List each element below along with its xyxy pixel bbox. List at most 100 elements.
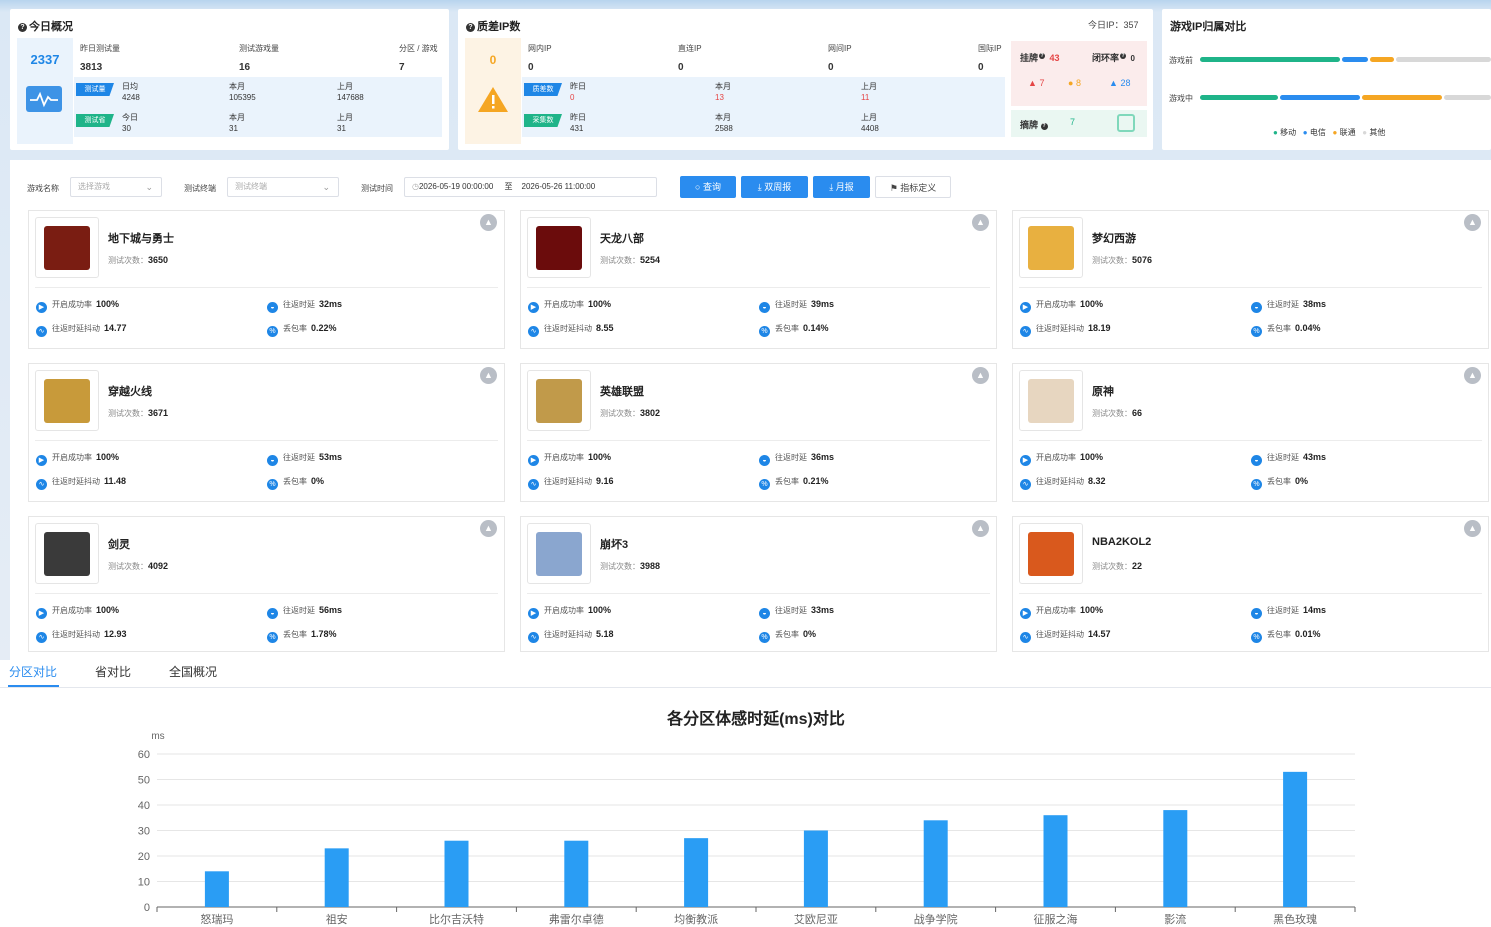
tab-national[interactable]: 全国概况 (169, 663, 217, 680)
jitter: ∿ 往返时延抖动 5.18 (528, 629, 614, 643)
loss-rate: % 丢包率 0.22% (267, 323, 337, 337)
label: 本月 (715, 113, 731, 122)
game-card[interactable]: 英雄联盟 测试次数：3802 ▲ ▶ 开启成功率 100% ◒ 往返时延 36ms ∿ 往返时延抖动… (520, 363, 997, 502)
success-rate: ▶ 开启成功率 100% (36, 299, 119, 313)
label: 本月 (229, 82, 245, 91)
value: 11 (861, 93, 870, 102)
query-button[interactable]: ○ 查询 (680, 176, 736, 198)
badge-icon: ▲ (480, 367, 497, 384)
monthly-report-button[interactable]: ⤓ 月报 (813, 176, 870, 198)
terminal-select[interactable]: 测试终端 ⌄ (227, 177, 339, 197)
label: 上月 (861, 113, 877, 122)
wave-icon: ∿ (528, 632, 539, 643)
value: 2588 (715, 124, 733, 133)
game-card[interactable]: NBA2KOL2 测试次数：22 ▲ ▶ 开启成功率 100% ◒ 往返时延 14ms ∿ 往返时延… (1012, 516, 1489, 652)
col-label: 网内IP (528, 44, 552, 53)
rtt: ◒ 往返时延 32ms (267, 299, 342, 313)
triangle-icon: ▲ (1109, 78, 1118, 88)
badge-icon: ▲ (1464, 214, 1481, 231)
success-rate: ▶ 开启成功率 100% (1020, 452, 1103, 466)
percent-icon: % (759, 479, 770, 490)
x-tick-label: 弗雷尔卓德 (549, 912, 604, 926)
col-label: 直连IP (678, 44, 702, 53)
game-select[interactable]: 选择游戏 ⌄ (70, 177, 162, 197)
speed-icon: ◒ (267, 455, 278, 466)
tab-partition[interactable]: 分区对比 (9, 663, 57, 680)
checklist-icon (1117, 114, 1135, 132)
stat-value: 0 (528, 62, 534, 73)
badge-icon: ▲ (972, 214, 989, 231)
y-tick-label: 50 (138, 775, 150, 787)
game-card[interactable]: 地下城与勇士 测试次数：3650 ▲ ▶ 开启成功率 100% ◒ 往返时延 32ms ∿ 往返时延… (28, 210, 505, 349)
jitter: ∿ 往返时延抖动 8.55 (528, 323, 614, 337)
date-range-picker[interactable]: ◷2026-05-19 00:00:00 至 2026-05-26 11:00:0… (404, 177, 657, 197)
zhaipai-count: 7 (1070, 117, 1076, 127)
tag-collect: 采集数 (524, 114, 562, 127)
ip-compare-card: 游戏IP归属对比 游戏前 游戏中 ● 移动 ● 电信 ● 联通 ● 其他 (1162, 9, 1491, 150)
bad-ip-card: ? 质差IP数 今日IP：357 0 网内IP 直连IP 网间IP 国际IP 0 … (458, 9, 1153, 150)
status-orange: ● 8 (1068, 78, 1081, 88)
bad-ip-count: 0 (489, 53, 497, 67)
cf-logo (35, 370, 99, 431)
success-rate: ▶ 开启成功率 100% (1020, 299, 1103, 313)
rtt: ◒ 往返时延 36ms (759, 452, 834, 466)
game-card[interactable]: 梦幻西游 测试次数：5076 ▲ ▶ 开启成功率 100% ◒ 往返时延 38ms ∿ 往返时延抖动… (1012, 210, 1489, 349)
game-card[interactable]: 天龙八部 测试次数：5254 ▲ ▶ 开启成功率 100% ◒ 往返时延 39ms ∿ 往返时延抖动… (520, 210, 997, 349)
today-title: ? 今日概况 (18, 18, 73, 34)
tab-province[interactable]: 省对比 (95, 663, 131, 680)
help-icon[interactable]: ? (1040, 123, 1048, 130)
percent-icon: % (759, 326, 770, 337)
play-icon: ▶ (1020, 608, 1031, 619)
game-card[interactable]: 穿越火线 测试次数：3671 ▲ ▶ 开启成功率 100% ◒ 往返时延 53ms ∿ 往返时延抖动… (28, 363, 505, 502)
help-icon[interactable]: ? (18, 23, 27, 32)
bihuan-label: 闭环率? 0 (1092, 53, 1135, 63)
genshin-logo (1019, 370, 1083, 431)
divider (1019, 287, 1482, 288)
x-tick-label: 影流 (1164, 912, 1186, 926)
ip-compare-title: 游戏IP归属对比 (1170, 21, 1247, 33)
game-name: 崩坏3 (600, 539, 629, 551)
game-card[interactable]: 崩坏3 测试次数：3988 ▲ ▶ 开启成功率 100% ◒ 往返时延 33ms ∿ 往返时延抖动 5… (520, 516, 997, 652)
stat-value: 0 (678, 62, 684, 73)
legend-unicom: 联通 (1339, 128, 1356, 137)
tag-bad: 质差数 (524, 83, 562, 96)
success-rate: ▶ 开启成功率 100% (36, 452, 119, 466)
loss-rate: % 丢包率 0% (759, 629, 816, 643)
jitter: ∿ 往返时延抖动 12.93 (36, 629, 127, 643)
test-count: 测试次数：3988 (600, 561, 661, 571)
y-axis-label: ms (151, 731, 164, 742)
wave-icon: ∿ (1020, 326, 1031, 337)
value: 431 (570, 124, 584, 133)
loss-rate: % 丢包率 0% (267, 476, 324, 490)
game-name: 地下城与勇士 (108, 233, 174, 245)
time-label: 测试时间 (361, 184, 393, 193)
wave-icon: ∿ (36, 479, 47, 490)
stat-value: 0 (978, 62, 984, 73)
total-count: 2337 (30, 52, 60, 67)
wave-icon: ∿ (36, 326, 47, 337)
total-box: 2337 (17, 38, 73, 144)
divider (527, 440, 990, 441)
game-card[interactable]: 原神 测试次数：66 ▲ ▶ 开启成功率 100% ◒ 往返时延 43ms ∿ 往返时延抖动 8.32… (1012, 363, 1489, 502)
col-label: 国际IP (978, 44, 1002, 53)
weekly-report-button[interactable]: ⤓ 双周报 (741, 176, 808, 198)
wave-icon: ∿ (528, 479, 539, 490)
game-card[interactable]: 剑灵 测试次数：4092 ▲ ▶ 开启成功率 100% ◒ 往返时延 56ms ∿ 往返时延抖动 12… (28, 516, 505, 652)
help-icon[interactable]: ? (1120, 53, 1127, 59)
help-icon[interactable]: ? (466, 23, 475, 32)
test-count: 测试次数：3802 (600, 408, 661, 418)
compare-section: 分区对比 省对比 全国概况 各分区体感时延(ms)对比 ms 0 10 20 30 40 50… (0, 660, 1491, 927)
pulse-icon (26, 86, 62, 112)
game-panel: 游戏名称 选择游戏 ⌄ 测试终端 测试终端 ⌄ 测试时间 ◷2026-05-19 0… (10, 160, 1491, 660)
guapai-label: 挂牌? 43 (1020, 53, 1060, 63)
play-icon: ▶ (528, 455, 539, 466)
badge-icon: ▲ (1464, 520, 1481, 537)
metric-definition-button[interactable]: ⚑ 指标定义 (875, 176, 951, 198)
tag-test: 测试量 (76, 83, 114, 96)
game-name-label: 游戏名称 (27, 184, 59, 193)
speed-icon: ◒ (759, 302, 770, 313)
label: 昨日 (570, 113, 586, 122)
help-icon[interactable]: ? (1039, 53, 1046, 59)
percent-icon: % (759, 632, 770, 643)
x-tick-label: 祖安 (326, 912, 348, 926)
